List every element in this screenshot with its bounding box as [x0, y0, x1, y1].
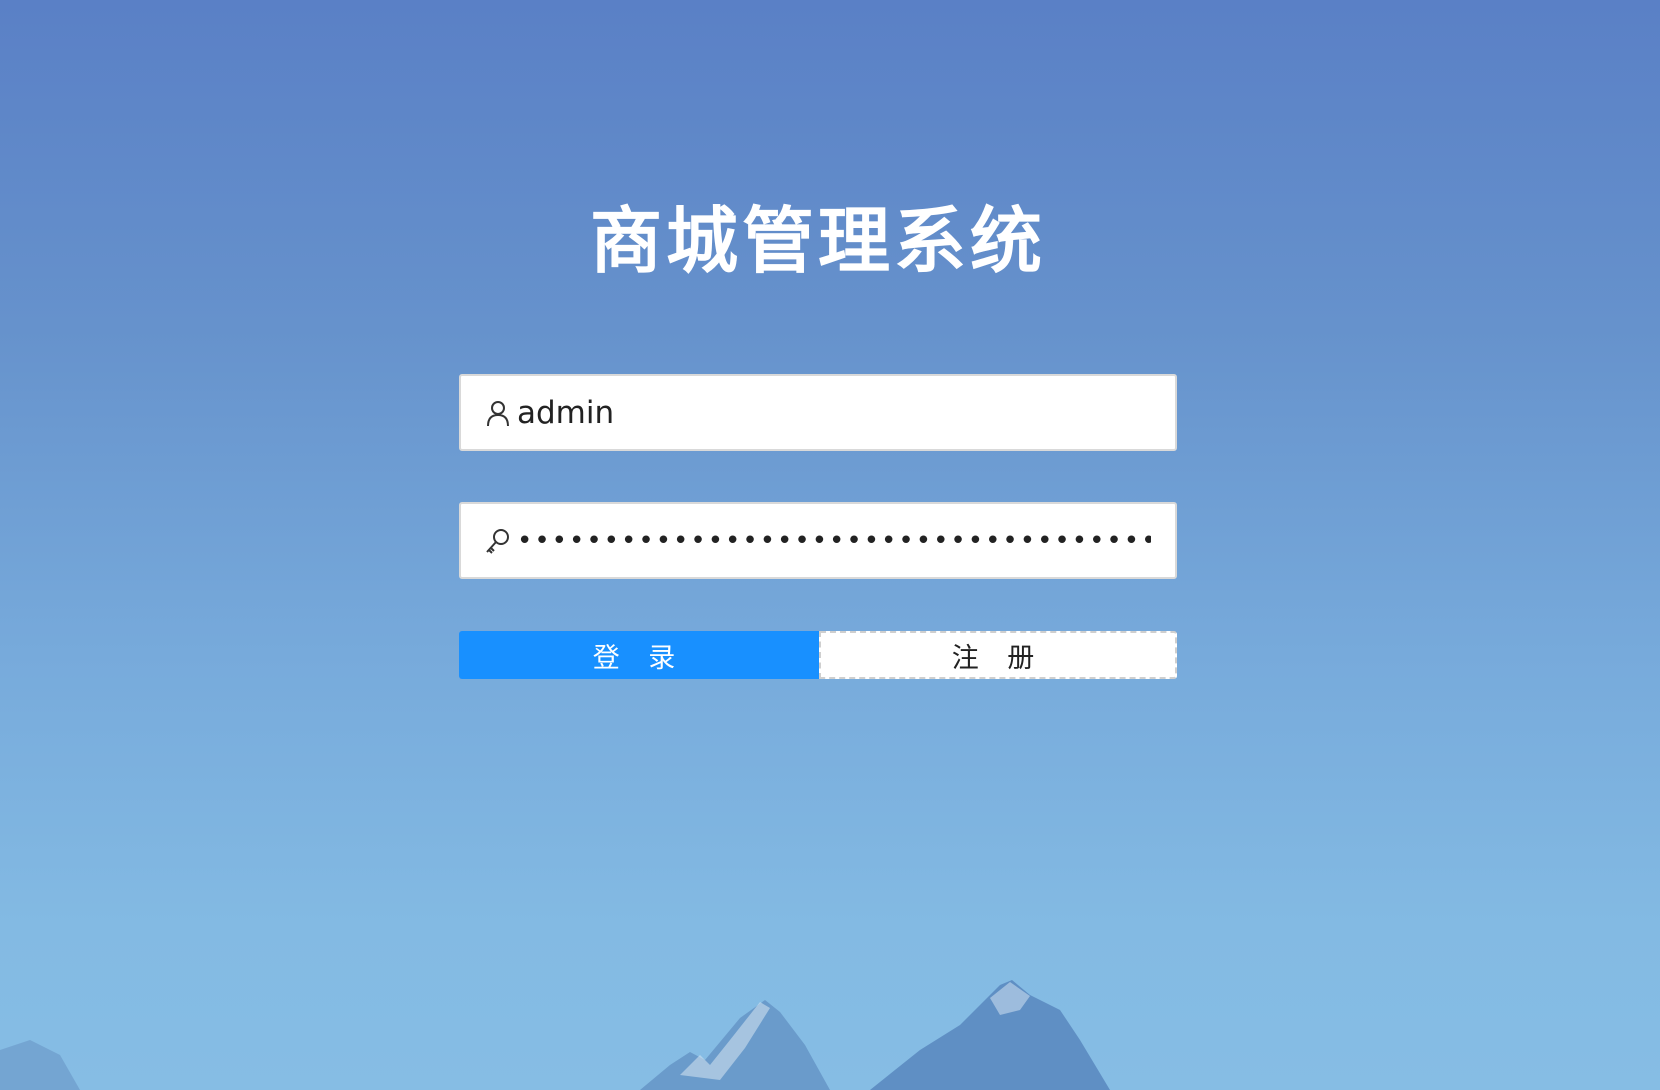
password-field[interactable]	[459, 502, 1177, 579]
key-icon	[485, 526, 511, 556]
register-button[interactable]: 注 册	[819, 631, 1177, 679]
page-title: 商城管理系统	[589, 199, 1046, 283]
user-icon	[485, 398, 511, 428]
username-input[interactable]	[517, 387, 1151, 438]
username-field[interactable]	[459, 374, 1177, 451]
password-input[interactable]	[517, 515, 1151, 566]
mountain-background-image	[0, 980, 1110, 1090]
login-button[interactable]: 登 录	[459, 631, 819, 679]
login-page: 商城管理系统 登 录 注 册	[0, 0, 1660, 1090]
